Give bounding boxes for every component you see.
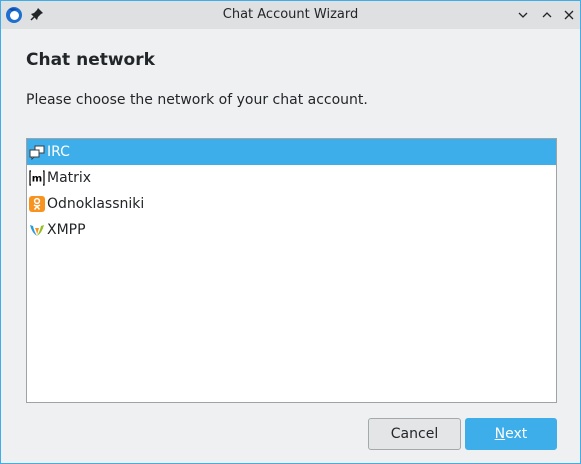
page-title: Chat network: [26, 50, 155, 70]
xmpp-icon: [30, 225, 44, 236]
list-item-label: IRC: [47, 144, 70, 160]
maximize-icon[interactable]: [540, 8, 554, 22]
irc-icon: [29, 145, 45, 160]
next-button-mnemonic: N: [494, 426, 506, 442]
list-item-label: Matrix: [47, 170, 92, 186]
minimize-icon[interactable]: [516, 8, 530, 22]
window-title: Chat Account Wizard: [222, 7, 359, 22]
next-button-label: ext: [505, 426, 528, 442]
title-bar[interactable]: Chat Account Wizard: [1, 1, 580, 29]
cancel-button[interactable]: Cancel: [368, 418, 461, 450]
wizard-window: Chat Account Wizard Chat network Please …: [0, 0, 581, 464]
list-item-xmpp[interactable]: XMPP: [27, 217, 556, 243]
close-icon[interactable]: [562, 8, 576, 22]
odnoklassniki-icon: [29, 196, 45, 212]
list-item-odnoklassniki[interactable]: Odnoklassniki: [27, 191, 556, 217]
list-item-irc[interactable]: IRC: [27, 139, 556, 165]
instruction-text: Please choose the network of your chat a…: [26, 92, 368, 108]
svg-text:m: m: [32, 174, 42, 185]
list-item-label: XMPP: [47, 222, 86, 238]
next-button[interactable]: Next: [465, 418, 557, 450]
matrix-icon: m: [29, 170, 45, 186]
network-list[interactable]: IRC m Matrix Odnoklassniki XMPP: [26, 138, 557, 403]
list-item-matrix[interactable]: m Matrix: [27, 165, 556, 191]
list-item-label: Odnoklassniki: [47, 196, 145, 212]
